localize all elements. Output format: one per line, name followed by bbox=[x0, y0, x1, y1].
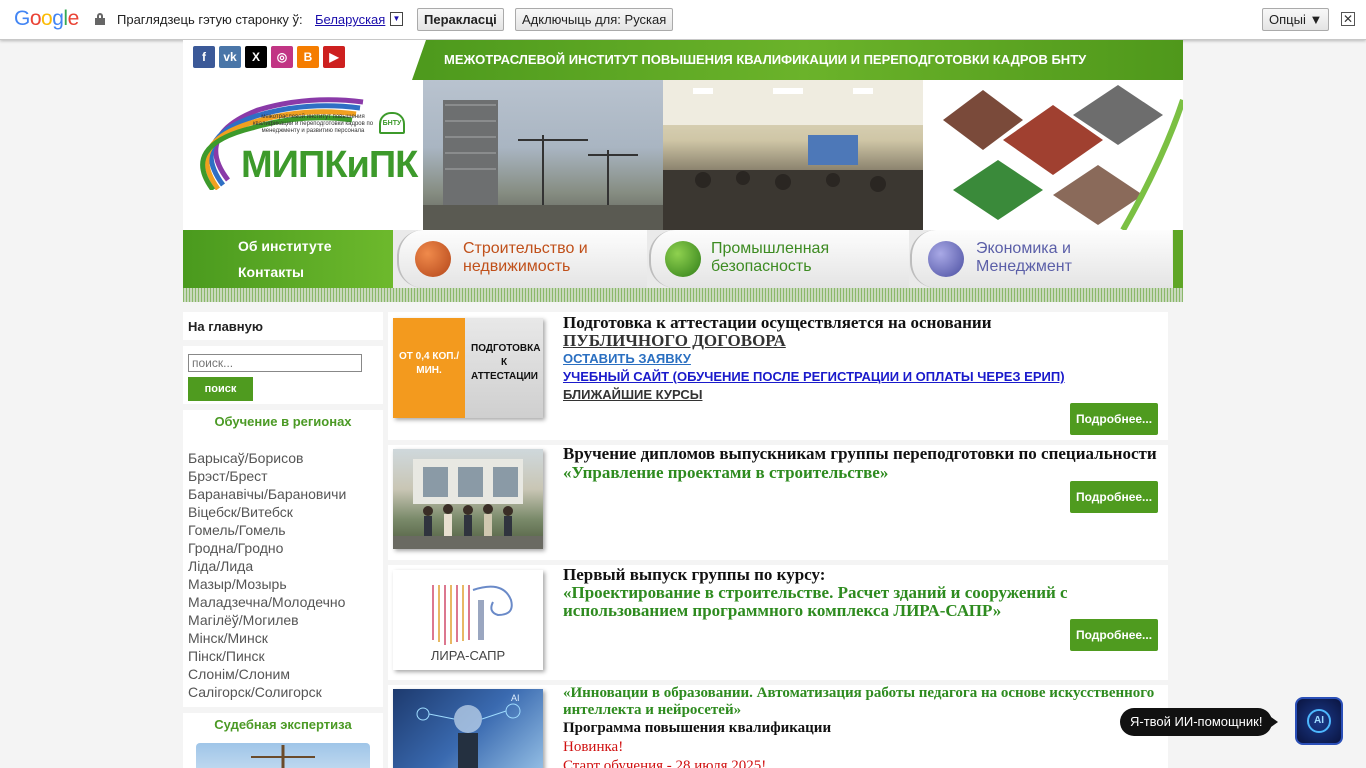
news1-title: Подготовка к аттестации осуществляется н… bbox=[563, 313, 992, 332]
construction-icon bbox=[415, 241, 451, 277]
ai-helper-bubble[interactable]: Я-твой ИИ-помощник! bbox=[1120, 708, 1279, 736]
google-logo: Google bbox=[14, 7, 79, 30]
news4-start-date: Старт обучения - 28 июля 2025! bbox=[563, 758, 767, 768]
tab-economics[interactable]: Экономика и Менеджмент bbox=[910, 230, 1172, 288]
more-button-2[interactable]: Подробнее... bbox=[1070, 481, 1158, 513]
nav-contacts[interactable]: Контакты bbox=[238, 264, 304, 280]
coins-icon bbox=[928, 241, 964, 277]
court-expertise-block: Судебная экспертиза bbox=[183, 713, 383, 768]
construction-photo bbox=[423, 80, 663, 230]
header-divider bbox=[183, 288, 1183, 302]
court-title: Судебная экспертиза bbox=[214, 717, 352, 732]
region-link[interactable]: Слонім/Слоним bbox=[188, 665, 378, 683]
news-item-attestation: ОТ 0,4 КОП./МИН. ПОДГОТОВКА К АТТЕСТАЦИИ… bbox=[388, 312, 1168, 440]
region-link[interactable]: Пінск/Пинск bbox=[188, 647, 378, 665]
regions-list: Барысаў/Борисов Брэст/Брест Баранавічы/Бар… bbox=[188, 449, 378, 701]
news-item-ai-education: AI «Инновации в образовании. Автоматизац… bbox=[388, 685, 1168, 768]
tab-construction-line1: Строительство и bbox=[463, 240, 588, 257]
translate-bar: Google Праглядзець гэтую старонку ў: Бел… bbox=[0, 0, 1366, 40]
tab-safety-line1: Промышленная bbox=[711, 240, 830, 257]
region-link[interactable]: Ліда/Лида bbox=[188, 557, 378, 575]
news-item-lira: ЛИРА-САПР Первый выпуск группы по курсу:… bbox=[388, 565, 1168, 680]
region-link[interactable]: Магілёў/Могилев bbox=[188, 611, 378, 629]
tab-construction-line2: недвижимость bbox=[463, 258, 571, 275]
instagram-icon[interactable]: ◎ bbox=[271, 46, 293, 68]
search-button[interactable]: поиск bbox=[188, 377, 253, 401]
nav-edge bbox=[1173, 230, 1183, 288]
sidebar: На главную поиск Обучение в регионах Бар… bbox=[183, 312, 383, 768]
home-link[interactable]: На главную bbox=[183, 312, 383, 340]
youtube-icon[interactable]: ▶ bbox=[323, 46, 345, 68]
tab-economics-line1: Экономика и bbox=[976, 240, 1071, 257]
logistics-collage bbox=[923, 80, 1183, 230]
translate-prompt: Праглядзець гэтую старонку ў: bbox=[117, 12, 303, 27]
main-navigation: Об институте Контакты Строительство и не… bbox=[183, 230, 1183, 288]
region-link[interactable]: Мінск/Минск bbox=[188, 629, 378, 647]
apply-link[interactable]: ОСТАВИТЬ ЗАЯВКУ bbox=[563, 350, 1158, 368]
ai-helper-button[interactable]: AI bbox=[1295, 697, 1343, 745]
news4-new-badge: Новинка! bbox=[563, 739, 624, 755]
news-item-diplomas: Вручение дипломов выпускникам группы пер… bbox=[388, 445, 1168, 560]
nearest-courses-link[interactable]: БЛИЖАЙШИЕ КУРСЫ bbox=[563, 386, 1158, 404]
ai-education-image[interactable]: AI bbox=[393, 689, 543, 768]
news2-title: Вручение дипломов выпускникам группы пер… bbox=[563, 444, 1157, 463]
attestation-thumbnail[interactable]: ОТ 0,4 КОП./МИН. ПОДГОТОВКА К АТТЕСТАЦИИ bbox=[393, 318, 543, 418]
logo-text: МИПКиПК bbox=[241, 144, 418, 186]
lira-sapr-logo[interactable]: ЛИРА-САПР bbox=[393, 570, 543, 670]
region-link[interactable]: Брэст/Брест bbox=[188, 467, 378, 485]
vk-icon[interactable]: vk bbox=[219, 46, 241, 68]
ai-thumb-label: AI bbox=[511, 693, 520, 703]
news3-course: «Проектирование в строительстве. Расчет … bbox=[563, 583, 1068, 620]
public-contract-link[interactable]: ПУБЛИЧНОГО ДОГОВОРА bbox=[563, 332, 1158, 350]
region-link[interactable]: Салігорск/Солигорск bbox=[188, 683, 378, 701]
translate-button[interactable]: Перакласці bbox=[417, 8, 504, 31]
facebook-icon[interactable]: f bbox=[193, 46, 215, 68]
social-links: f vk X ◎ B ▶ bbox=[193, 46, 345, 68]
institute-title: МЕЖОТРАСЛЕВОЙ ИНСТИТУТ ПОВЫШЕНИЯ КВАЛИФИ… bbox=[412, 40, 1183, 80]
helmet-icon bbox=[665, 241, 701, 277]
close-icon[interactable]: ✕ bbox=[1341, 12, 1355, 26]
nav-about[interactable]: Об институте bbox=[238, 238, 332, 254]
blogger-icon[interactable]: B bbox=[297, 46, 319, 68]
scales-image[interactable] bbox=[196, 743, 370, 768]
search-box: поиск bbox=[183, 346, 383, 404]
more-button-1[interactable]: Подробнее... bbox=[1070, 403, 1158, 435]
learning-site-link[interactable]: УЧЕБНЫЙ САЙТ (ОБУЧЕНИЕ ПОСЛЕ РЕГИСТРАЦИИ… bbox=[563, 368, 1158, 386]
bntu-badge: БНТУ bbox=[379, 112, 405, 134]
region-link[interactable]: Гомель/Гомель bbox=[188, 521, 378, 539]
region-link[interactable]: Гродна/Гродно bbox=[188, 539, 378, 557]
attestation-label: ПОДГОТОВКА К АТТЕСТАЦИИ bbox=[465, 318, 543, 418]
ai-assistant-icon: AI bbox=[1307, 709, 1331, 733]
tab-safety-line2: безопасность bbox=[711, 258, 812, 275]
lira-sapr-text: ЛИРА-САПР bbox=[430, 648, 506, 663]
region-link[interactable]: Маладзечна/Молодечно bbox=[188, 593, 378, 611]
tab-economics-line2: Менеджмент bbox=[976, 258, 1072, 275]
regions-title: Обучение в регионах bbox=[214, 414, 352, 429]
chevron-down-icon[interactable]: ▼ bbox=[390, 12, 403, 26]
regions-block: Обучение в регионах Барысаў/Борисов Брэст… bbox=[183, 410, 383, 707]
news4-course: «Инновации в образовании. Автоматизация … bbox=[563, 685, 1155, 718]
top-strip: f vk X ◎ B ▶ МЕЖОТРАСЛЕВОЙ ИНСТИТУТ ПОВЫШЕНИЯ… bbox=[183, 40, 1183, 80]
more-button-3[interactable]: Подробнее... bbox=[1070, 619, 1158, 651]
region-link[interactable]: Барысаў/Борисов bbox=[188, 449, 378, 467]
attestation-price: ОТ 0,4 КОП./МИН. bbox=[393, 318, 465, 418]
classroom-photo bbox=[663, 80, 923, 230]
news4-subtitle: Программа повышения квалификации bbox=[563, 720, 832, 736]
search-input[interactable] bbox=[188, 354, 362, 372]
tab-industrial-safety[interactable]: Промышленная безопасность bbox=[649, 230, 909, 288]
tab-construction[interactable]: Строительство и недвижимость bbox=[397, 230, 647, 288]
diplomas-photo[interactable] bbox=[393, 449, 543, 549]
lock-icon bbox=[95, 13, 105, 25]
region-link[interactable]: Баранавічы/Барановичи bbox=[188, 485, 378, 503]
logo-caption: межотраслевой институт повышения квалифи… bbox=[252, 114, 374, 134]
options-button[interactable]: Опцыі ▼ bbox=[1262, 8, 1330, 31]
region-link[interactable]: Віцебск/Витебск bbox=[188, 503, 378, 521]
language-select[interactable]: Беларуская bbox=[315, 12, 385, 27]
x-icon[interactable]: X bbox=[245, 46, 267, 68]
disable-translate-button[interactable]: Адключыць для: Руская bbox=[515, 8, 674, 31]
news3-title: Первый выпуск группы по курсу: bbox=[563, 565, 826, 584]
nav-left-panel: Об институте Контакты bbox=[183, 230, 393, 288]
news2-course: «Управление проектами в строительстве» bbox=[563, 463, 889, 482]
region-link[interactable]: Мазыр/Мозырь bbox=[188, 575, 378, 593]
